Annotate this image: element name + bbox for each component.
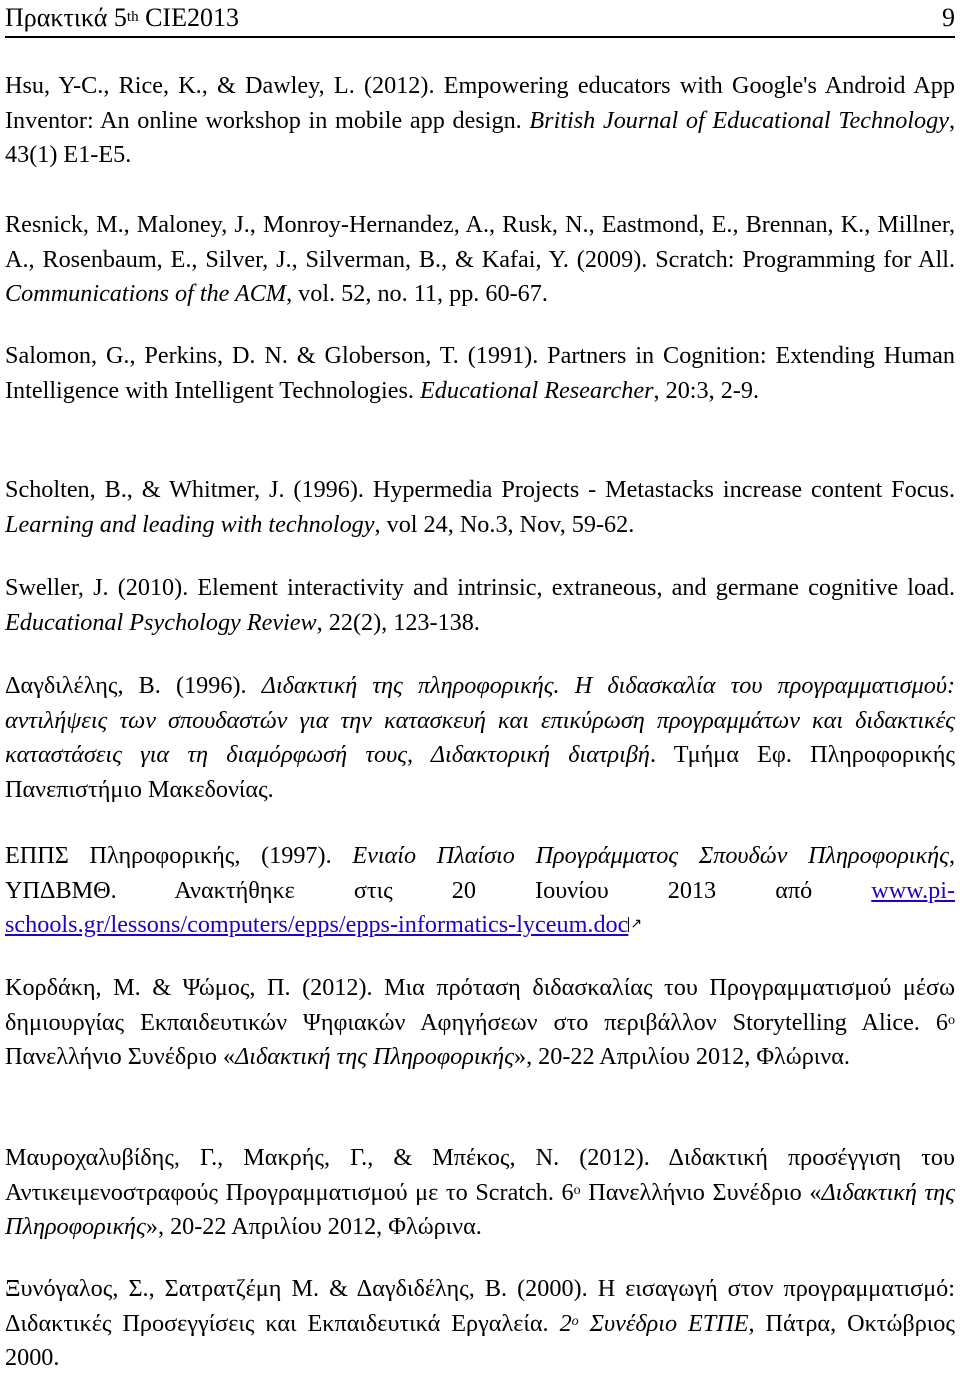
reference-text: Κορδάκη, Μ. & Ψώμος, Π. (2012). Μια πρότ… [5, 974, 955, 1036]
reference-text: ΕΠΠΣ Πληροφορικής, (1997). [5, 842, 353, 869]
reference-text: Resnick, M., Maloney, J., Monroy-Hernand… [5, 211, 955, 273]
title-suffix: CIE2013 [138, 3, 239, 32]
reference-text: Δαγδιλέλης, Β. (1996). [5, 672, 262, 699]
reference-item: Salomon, G., Perkins, D. N. & Globerson,… [5, 339, 955, 408]
reference-text: Scholten, B., & Whitmer, J. (1996). Hype… [5, 476, 955, 503]
reference-item: Hsu, Y-C., Rice, K., & Dawley, L. (2012)… [5, 69, 955, 173]
page-header: Πρακτικά 5th CIE2013 9 [5, 0, 955, 38]
proceedings-title: Πρακτικά 5th CIE2013 [5, 3, 239, 33]
title-superscript: th [126, 9, 139, 25]
reference-source-title: British Journal of Educational Technolog… [529, 106, 949, 134]
reference-text: Πανελλήνιο Συνέδριο « [580, 1178, 822, 1206]
reference-source-title: 2 [559, 1309, 572, 1337]
reference-source-title: Συνέδριο ΕΤΠΕ [578, 1309, 749, 1337]
reference-item: Μαυροχαλυβίδης, Γ., Μακρής, Γ., & Μπέκος… [5, 1141, 955, 1245]
reference-source-title: Educational Researcher [419, 376, 654, 404]
external-link-icon: ↗ [628, 917, 643, 933]
reference-source-title: Communications of the ACM [5, 280, 287, 308]
reference-source-title: Educational Psychology Review [5, 608, 317, 636]
reference-text: , vol 24, No.3, Nov, 59-62. [374, 510, 635, 538]
reference-item: Ξυνόγαλος, Σ., Σατρατζέμη Μ. & Δαγδιδέλη… [5, 1272, 955, 1376]
reference-source-title: Διδακτική της Πληροφορικής [235, 1043, 514, 1071]
reference-text: », 20-22 Απριλίου 2012, Φλώρινα. [145, 1213, 482, 1241]
reference-item: Sweller, J. (2010). Element interactivit… [5, 571, 955, 640]
reference-text: , 22(2), 123-138. [316, 608, 480, 636]
reference-item: Κορδάκη, Μ. & Ψώμος, Π. (2012). Μια πρότ… [5, 971, 955, 1075]
reference-item: ΕΠΠΣ Πληροφορικής, (1997). Ενιαίο Πλαίσι… [5, 839, 955, 943]
reference-text: Πανελλήνιο Συνέδριο « [5, 1043, 236, 1071]
title-prefix: Πρακτικά 5 [5, 3, 127, 32]
reference-item: Scholten, B., & Whitmer, J. (1996). Hype… [5, 473, 955, 542]
page-number: 9 [942, 3, 955, 32]
reference-text: , vol. 52, no. 11, pp. 60-67. [286, 280, 548, 308]
ordinal-superscript: ο [948, 1012, 955, 1028]
reference-source-title: Ενιαίο Πλαίσιο Προγράμματος Σπουδών Πληρ… [352, 842, 949, 869]
ordinal-superscript: ο [571, 1313, 579, 1329]
reference-text: Sweller, J. (2010). Element interactivit… [5, 574, 955, 601]
reference-item: Resnick, M., Maloney, J., Monroy-Hernand… [5, 208, 955, 312]
ordinal-superscript: ο [573, 1182, 581, 1198]
reference-text: , 20:3, 2-9. [653, 376, 759, 404]
reference-text: », 20-22 Απριλίου 2012, Φλώρινα. [513, 1043, 850, 1071]
reference-source-title: Learning and leading with technology [5, 510, 375, 538]
reference-item: Δαγδιλέλης, Β. (1996). Διδακτική της πλη… [5, 669, 955, 807]
